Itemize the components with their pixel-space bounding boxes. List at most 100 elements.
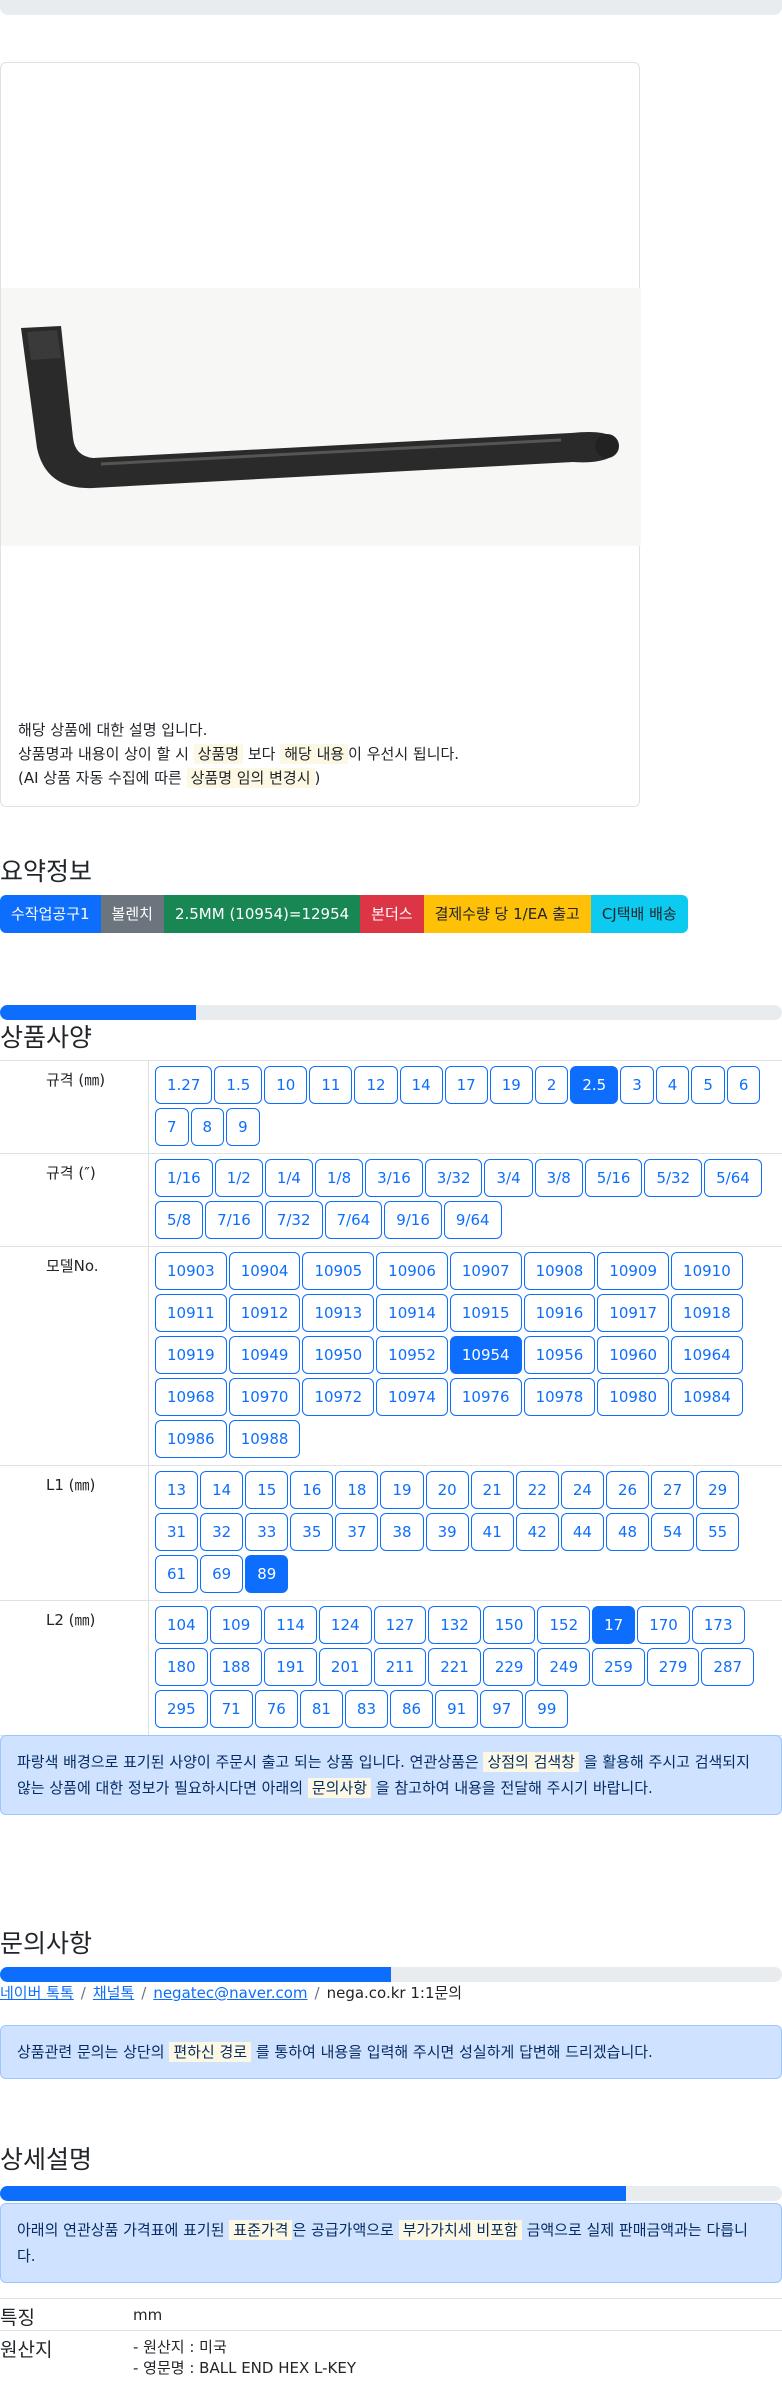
spec-option[interactable]: 10976 [449, 1378, 522, 1416]
spec-option[interactable]: 16 [290, 1471, 334, 1509]
spec-option[interactable]: 99 [525, 1690, 569, 1728]
spec-option[interactable]: 10915 [449, 1294, 522, 1332]
spec-option[interactable]: 20 [425, 1471, 469, 1509]
spec-option[interactable]: 44 [560, 1513, 604, 1551]
spec-option[interactable]: 1/2 [214, 1159, 263, 1197]
spec-option[interactable]: 15 [245, 1471, 289, 1509]
spec-option[interactable]: 13 [155, 1471, 199, 1509]
spec-option[interactable]: 1/8 [314, 1159, 364, 1197]
spec-option[interactable]: 201 [318, 1648, 372, 1686]
spec-option[interactable]: 42 [515, 1513, 559, 1551]
spec-option[interactable]: 91 [435, 1690, 479, 1728]
spec-option[interactable]: 10968 [155, 1378, 227, 1416]
spec-option[interactable]: 191 [264, 1648, 317, 1686]
spec-option[interactable]: 5/16 [584, 1159, 643, 1197]
spec-option[interactable]: 295 [155, 1690, 208, 1728]
spec-option[interactable]: 10918 [671, 1294, 743, 1332]
spec-option[interactable]: 173 [691, 1606, 745, 1644]
spec-option[interactable]: 3/16 [365, 1159, 423, 1197]
spec-option[interactable]: 7/32 [264, 1201, 323, 1239]
spec-option[interactable]: 10978 [523, 1378, 596, 1416]
spec-option[interactable]: 10919 [155, 1336, 227, 1374]
spec-option[interactable]: 61 [155, 1555, 199, 1593]
spec-option[interactable]: 10912 [228, 1294, 301, 1332]
spec-option[interactable]: 54 [651, 1513, 695, 1551]
spec-option[interactable]: 10916 [523, 1294, 596, 1332]
spec-option[interactable]: 10984 [671, 1378, 743, 1416]
spec-option-selected[interactable]: 2.5 [570, 1066, 619, 1104]
spec-option[interactable]: 76 [254, 1690, 298, 1728]
spec-option[interactable]: 109 [209, 1606, 263, 1644]
spec-option[interactable]: 188 [209, 1648, 263, 1686]
spec-option[interactable]: 10908 [523, 1252, 596, 1290]
spec-option[interactable]: 38 [380, 1513, 424, 1551]
spec-option[interactable]: 180 [155, 1648, 208, 1686]
spec-option[interactable]: 10906 [376, 1252, 448, 1290]
spec-option[interactable]: 22 [515, 1471, 559, 1509]
spec-option[interactable]: 14 [399, 1066, 443, 1104]
spec-option[interactable]: 21 [470, 1471, 514, 1509]
spec-option-selected[interactable]: 89 [245, 1555, 289, 1593]
spec-option[interactable]: 9/64 [443, 1201, 502, 1239]
spec-option[interactable]: 10960 [597, 1336, 670, 1374]
spec-option[interactable]: 33 [245, 1513, 289, 1551]
spec-option[interactable]: 29 [696, 1471, 740, 1509]
spec-option[interactable]: 10974 [376, 1378, 448, 1416]
spec-option[interactable]: 1.27 [155, 1066, 213, 1104]
spec-option[interactable]: 11 [309, 1066, 353, 1104]
spec-option[interactable]: 2 [534, 1066, 569, 1104]
spec-option[interactable]: 259 [592, 1648, 645, 1686]
spec-option[interactable]: 9 [226, 1108, 260, 1146]
naver-talk-link[interactable]: 네이버 톡톡 [0, 1984, 74, 2002]
spec-option[interactable]: 10910 [671, 1252, 743, 1290]
spec-option[interactable]: 10917 [597, 1294, 670, 1332]
spec-option[interactable]: 48 [605, 1513, 650, 1551]
spec-option[interactable]: 3/4 [484, 1159, 533, 1197]
spec-option[interactable]: 10949 [228, 1336, 301, 1374]
spec-option[interactable]: 10904 [228, 1252, 301, 1290]
spec-option[interactable]: 10950 [302, 1336, 375, 1374]
spec-option[interactable]: 10913 [302, 1294, 375, 1332]
spec-option[interactable]: 127 [373, 1606, 427, 1644]
spec-option[interactable]: 10911 [155, 1294, 227, 1332]
spec-option[interactable]: 10907 [449, 1252, 522, 1290]
spec-option[interactable]: 12 [354, 1066, 398, 1104]
spec-option[interactable]: 14 [200, 1471, 244, 1509]
spec-option[interactable]: 152 [537, 1606, 591, 1644]
spec-option[interactable]: 10914 [376, 1294, 448, 1332]
spec-option[interactable]: 37 [335, 1513, 379, 1551]
spec-option[interactable]: 10986 [155, 1420, 227, 1458]
spec-option[interactable]: 6 [726, 1066, 761, 1104]
spec-option-selected[interactable]: 10954 [449, 1336, 522, 1374]
spec-option[interactable]: 32 [200, 1513, 244, 1551]
spec-option[interactable]: 69 [200, 1555, 244, 1593]
spec-option[interactable]: 170 [637, 1606, 690, 1644]
spec-option[interactable]: 35 [290, 1513, 334, 1551]
spec-option[interactable]: 71 [209, 1690, 253, 1728]
spec-option[interactable]: 10909 [597, 1252, 670, 1290]
spec-option[interactable]: 1/4 [264, 1159, 313, 1197]
spec-option[interactable]: 10964 [671, 1336, 743, 1374]
spec-option[interactable]: 10956 [523, 1336, 596, 1374]
spec-option[interactable]: 10903 [155, 1252, 227, 1290]
spec-option[interactable]: 19 [489, 1066, 533, 1104]
spec-option[interactable]: 3/32 [424, 1159, 483, 1197]
spec-option[interactable]: 27 [651, 1471, 695, 1509]
spec-option[interactable]: 211 [373, 1648, 427, 1686]
spec-option[interactable]: 8 [190, 1108, 225, 1146]
spec-option-selected[interactable]: 17 [592, 1606, 636, 1644]
spec-option[interactable]: 104 [155, 1606, 208, 1644]
spec-option[interactable]: 39 [425, 1513, 469, 1551]
spec-option[interactable]: 17 [444, 1066, 488, 1104]
spec-option[interactable]: 5/64 [704, 1159, 762, 1197]
spec-option[interactable]: 249 [537, 1648, 591, 1686]
spec-option[interactable]: 3 [620, 1066, 654, 1104]
spec-option[interactable]: 81 [299, 1690, 343, 1728]
spec-option[interactable]: 1/16 [155, 1159, 213, 1197]
spec-option[interactable]: 10972 [302, 1378, 375, 1416]
spec-option[interactable]: 287 [701, 1648, 755, 1686]
spec-option[interactable]: 41 [470, 1513, 514, 1551]
spec-option[interactable]: 55 [696, 1513, 740, 1551]
spec-option[interactable]: 10 [264, 1066, 308, 1104]
spec-option[interactable]: 114 [264, 1606, 317, 1644]
